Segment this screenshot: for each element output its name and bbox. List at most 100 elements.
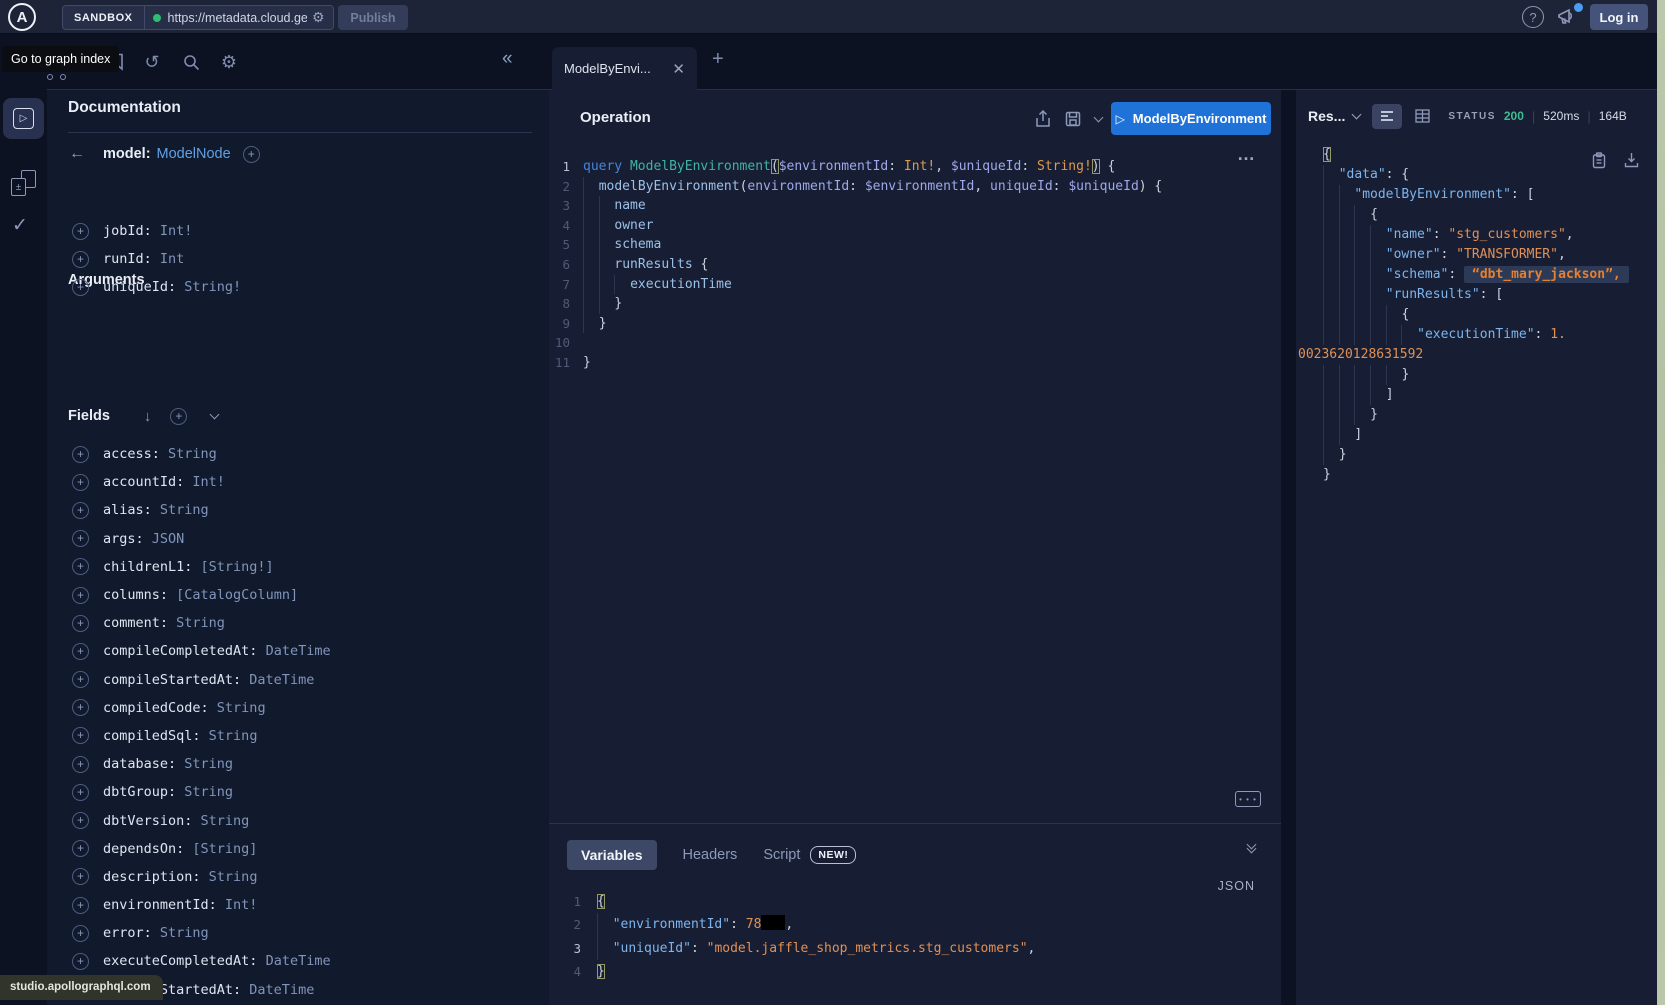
response-title[interactable]: Res... xyxy=(1308,108,1345,124)
help-icon[interactable]: ? xyxy=(1522,6,1544,28)
search-icon[interactable] xyxy=(181,52,201,72)
chevron-down-icon[interactable] xyxy=(210,410,220,420)
operation-tab[interactable]: ModelByEnvi... ✕ xyxy=(552,47,697,90)
sandbox-badge[interactable]: SANDBOX xyxy=(63,6,145,29)
field-row[interactable]: +compileCompletedAt: DateTime xyxy=(47,637,549,665)
add-field-icon[interactable]: + xyxy=(72,474,89,491)
field-type[interactable]: [CatalogColumn] xyxy=(168,587,298,603)
add-field-icon[interactable]: + xyxy=(72,251,89,268)
collapse-panel-double-chevron-icon[interactable] xyxy=(1248,844,1255,852)
variables-editor[interactable]: 1{2"environmentId": 78,3"uniqueId": "mod… xyxy=(549,890,1281,1005)
save-dropdown-chevron-icon[interactable] xyxy=(1094,112,1104,122)
add-field-icon[interactable]: + xyxy=(243,146,260,163)
field-row[interactable]: +accountId: Int! xyxy=(47,468,549,496)
field-row[interactable]: +columns: [CatalogColumn] xyxy=(47,581,549,609)
field-type[interactable]: [String!] xyxy=(192,559,273,575)
sort-down-icon[interactable]: ↓ xyxy=(144,408,152,425)
download-response-icon[interactable] xyxy=(1624,152,1639,169)
add-all-fields-icon[interactable]: + xyxy=(170,408,187,425)
field-row[interactable]: +childrenL1: [String!] xyxy=(47,553,549,581)
run-operation-button[interactable]: ▷ ModelByEnvironment xyxy=(1111,102,1271,135)
publish-button[interactable]: Publish xyxy=(338,5,408,30)
add-field-icon[interactable]: + xyxy=(72,812,89,829)
endpoint-url-input[interactable]: https://metadata.cloud.get ⚙ xyxy=(145,6,333,29)
field-type[interactable]: Int! xyxy=(184,474,225,490)
copy-response-icon[interactable] xyxy=(1592,152,1606,169)
add-field-icon[interactable]: + xyxy=(72,279,89,296)
add-field-icon[interactable]: + xyxy=(72,587,89,604)
rail-checklist-button[interactable]: ✓ xyxy=(12,214,28,237)
rail-collections-button[interactable]: ± xyxy=(11,170,36,196)
field-row[interactable]: +alias: String xyxy=(47,496,549,524)
field-type[interactable]: Int xyxy=(152,251,185,267)
field-type[interactable]: DateTime xyxy=(257,953,330,969)
field-type[interactable]: Int! xyxy=(217,897,258,913)
field-row[interactable]: +dbtVersion: String xyxy=(47,806,549,834)
breadcrumb-type-link[interactable]: ModelNode xyxy=(157,146,231,162)
raw-view-toggle[interactable] xyxy=(1372,104,1402,129)
field-row[interactable]: +access: String xyxy=(47,440,549,468)
field-row[interactable]: +compiledCode: String xyxy=(47,694,549,722)
history-icon[interactable]: ↺ xyxy=(142,52,162,72)
close-tab-icon[interactable]: ✕ xyxy=(672,60,685,78)
field-type[interactable]: String xyxy=(160,446,217,462)
add-field-icon[interactable]: + xyxy=(72,615,89,632)
add-field-icon[interactable]: + xyxy=(72,897,89,914)
field-type[interactable]: JSON xyxy=(144,531,185,547)
add-field-icon[interactable]: + xyxy=(72,953,89,970)
field-row[interactable]: +compileStartedAt: DateTime xyxy=(47,666,549,694)
field-type[interactable]: DateTime xyxy=(257,643,330,659)
add-field-icon[interactable]: + xyxy=(72,643,89,660)
field-type[interactable]: String xyxy=(201,728,258,744)
field-type[interactable]: String! xyxy=(176,279,241,295)
back-arrow-icon[interactable]: ← xyxy=(69,145,93,163)
add-field-icon[interactable]: + xyxy=(72,671,89,688)
field-type[interactable]: [String] xyxy=(184,841,257,857)
graph-index-icon[interactable] xyxy=(47,74,66,80)
connection-settings-gear-icon[interactable]: ⚙ xyxy=(312,9,325,26)
add-field-icon[interactable]: + xyxy=(72,784,89,801)
save-icon[interactable] xyxy=(1065,111,1081,127)
settings-gear-icon[interactable]: ⚙ xyxy=(219,52,239,72)
field-type[interactable]: String xyxy=(209,700,266,716)
table-view-toggle[interactable] xyxy=(1410,104,1434,129)
tab-headers[interactable]: Headers xyxy=(683,847,738,863)
field-type[interactable]: DateTime xyxy=(241,672,314,688)
add-field-icon[interactable]: + xyxy=(72,727,89,744)
field-type[interactable]: String xyxy=(176,784,233,800)
field-row[interactable]: +compiledSql: String xyxy=(47,722,549,750)
add-field-icon[interactable]: + xyxy=(72,223,89,240)
argument-row[interactable]: +runId: Int xyxy=(47,245,549,273)
field-type[interactable]: DateTime xyxy=(241,982,314,998)
field-type[interactable]: String xyxy=(192,813,249,829)
add-field-icon[interactable]: + xyxy=(72,530,89,547)
argument-row[interactable]: +jobId: Int! xyxy=(47,217,549,245)
field-row[interactable]: +args: JSON xyxy=(47,525,549,553)
field-type[interactable]: String xyxy=(176,756,233,772)
add-field-icon[interactable]: + xyxy=(72,868,89,885)
add-field-icon[interactable]: + xyxy=(72,502,89,519)
field-row[interactable]: +comment: String xyxy=(47,609,549,637)
field-row[interactable]: +environmentId: Int! xyxy=(47,891,549,919)
collapse-panel-button[interactable]: « xyxy=(502,48,513,70)
field-type[interactable]: String xyxy=(152,502,209,518)
announcements-icon[interactable] xyxy=(1556,6,1582,28)
field-type[interactable]: Int! xyxy=(152,223,193,239)
keyboard-shortcuts-icon[interactable]: • • • xyxy=(1235,791,1261,807)
add-field-icon[interactable]: + xyxy=(72,756,89,773)
tab-script[interactable]: ScriptNEW! xyxy=(763,846,856,864)
add-field-icon[interactable]: + xyxy=(72,558,89,575)
field-type[interactable]: String xyxy=(201,869,258,885)
field-row[interactable]: +error: String xyxy=(47,919,549,947)
field-type[interactable]: String xyxy=(152,925,209,941)
field-type[interactable]: String xyxy=(168,615,225,631)
argument-row[interactable]: +uniqueId: String! xyxy=(47,273,549,301)
response-dropdown-chevron-icon[interactable] xyxy=(1352,110,1362,120)
login-button[interactable]: Log in xyxy=(1590,4,1648,30)
add-field-icon[interactable]: + xyxy=(72,925,89,942)
operation-editor[interactable]: 1query ModelByEnvironment($environmentId… xyxy=(549,147,1281,777)
tab-variables[interactable]: Variables xyxy=(567,840,657,870)
add-field-icon[interactable]: + xyxy=(72,699,89,716)
add-field-icon[interactable]: + xyxy=(72,446,89,463)
field-row[interactable]: +description: String xyxy=(47,863,549,891)
